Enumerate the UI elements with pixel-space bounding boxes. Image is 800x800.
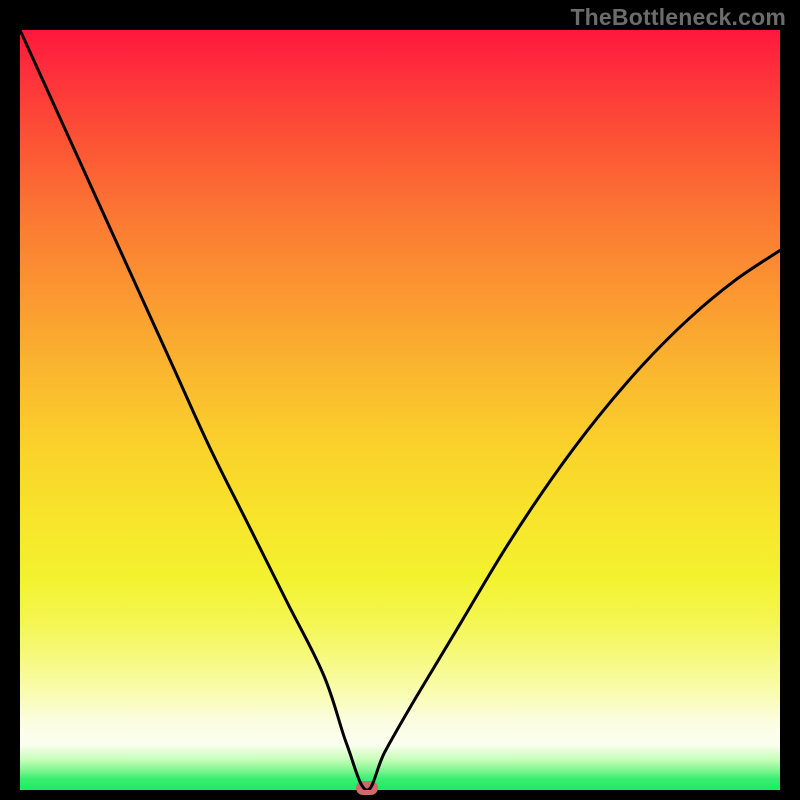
watermark-text: TheBottleneck.com <box>570 4 786 31</box>
plot-area <box>20 30 780 790</box>
bottleneck-curve <box>20 30 780 790</box>
figure-root: TheBottleneck.com <box>0 0 800 800</box>
curve-svg <box>20 30 780 790</box>
